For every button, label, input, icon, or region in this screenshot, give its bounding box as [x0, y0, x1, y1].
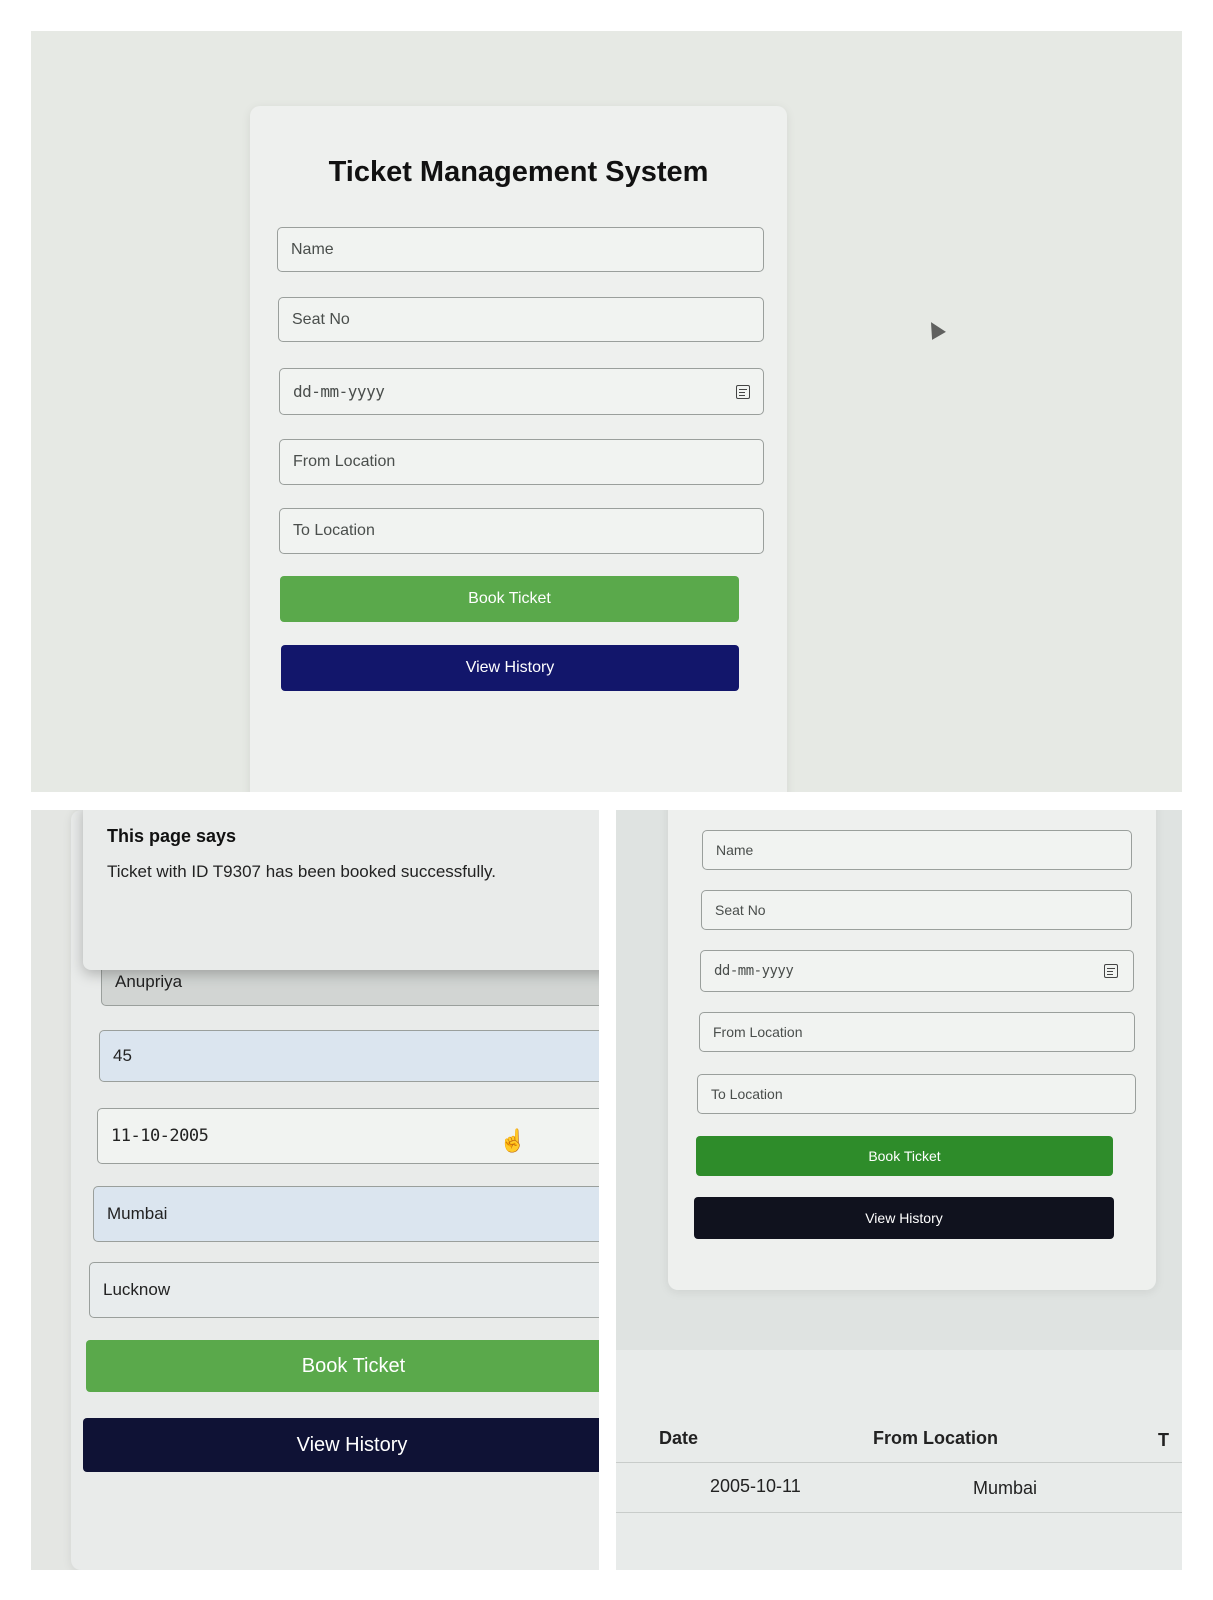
- alert-dialog-message: Ticket with ID T9307 has been booked suc…: [107, 862, 496, 881]
- history-row-from-location: Mumbai: [973, 1478, 1038, 1498]
- to-location-input[interactable]: To Location: [279, 508, 764, 554]
- view-history-button[interactable]: View History: [281, 645, 739, 691]
- book-ticket-button-2[interactable]: Book Ticket: [696, 1136, 1113, 1176]
- history-row-date: 2005-10-11: [710, 1476, 801, 1496]
- seat-placeholder-2: Seat No: [715, 902, 766, 918]
- screenshot-history-view: Name Seat No dd-mm-yyyy From Location To…: [616, 810, 1182, 1570]
- history-table: Date From Location T 2005-10-11 Mumbai: [616, 1350, 1182, 1570]
- filled-seat-input[interactable]: 45: [99, 1030, 599, 1082]
- history-header-to-location: T: [1158, 1430, 1169, 1450]
- filled-view-history-button[interactable]: View History: [83, 1418, 599, 1472]
- history-header-date: Date: [659, 1428, 699, 1448]
- history-row-divider: [616, 1512, 1182, 1513]
- filled-name-value: Anupriya: [115, 972, 183, 991]
- hand-pointer-icon: ☝: [499, 1128, 527, 1153]
- page-title: Ticket Management System: [328, 156, 709, 188]
- seat-input[interactable]: Seat No: [278, 297, 764, 342]
- date-placeholder-2: dd-mm-yyyy: [714, 963, 794, 979]
- seat-input-2[interactable]: Seat No: [701, 890, 1132, 930]
- book-ticket-button[interactable]: Book Ticket: [280, 576, 739, 622]
- alert-dialog-title: This page says: [107, 826, 237, 846]
- filled-to-location-value: Lucknow: [103, 1280, 171, 1299]
- from-location-input-2[interactable]: From Location: [699, 1012, 1135, 1052]
- filled-seat-value: 45: [113, 1046, 132, 1065]
- mouse-pointer-icon: [924, 318, 946, 340]
- name-placeholder-2: Name: [716, 842, 754, 858]
- to-location-placeholder-2: To Location: [711, 1086, 783, 1102]
- from-location-placeholder-2: From Location: [713, 1024, 803, 1040]
- history-header-divider: [616, 1462, 1182, 1463]
- name-placeholder: Name: [291, 240, 334, 258]
- from-location-placeholder: From Location: [293, 453, 396, 470]
- screenshot-booking-alert: Anupriya 45 11-10-2005 Mumbai Lucknow Bo…: [31, 810, 599, 1570]
- seat-placeholder: Seat No: [292, 310, 350, 328]
- screenshot-top-form: Ticket Management System Name Seat No dd…: [31, 31, 1182, 792]
- calendar-icon-2[interactable]: [1104, 964, 1118, 978]
- filled-from-location-input[interactable]: Mumbai: [93, 1186, 599, 1242]
- view-history-button-2[interactable]: View History: [694, 1197, 1114, 1239]
- date-placeholder: dd-mm-yyyy: [293, 382, 385, 401]
- filled-book-ticket-button[interactable]: Book Ticket: [86, 1340, 599, 1392]
- to-location-placeholder: To Location: [293, 522, 375, 539]
- date-input[interactable]: dd-mm-yyyy: [279, 368, 764, 415]
- calendar-icon[interactable]: [736, 385, 750, 399]
- filled-to-location-input[interactable]: Lucknow: [89, 1262, 599, 1318]
- booking-form-card: Ticket Management System Name Seat No dd…: [250, 106, 787, 792]
- alert-dialog: This page says Ticket with ID T9307 has …: [83, 810, 599, 970]
- history-header-from-location: From Location: [873, 1428, 998, 1448]
- name-input[interactable]: Name: [277, 227, 764, 272]
- date-input-2[interactable]: dd-mm-yyyy: [700, 950, 1134, 992]
- from-location-input[interactable]: From Location: [279, 439, 764, 485]
- filled-date-value: 11-10-2005: [111, 1126, 209, 1146]
- filled-from-location-value: Mumbai: [107, 1204, 168, 1223]
- to-location-input-2[interactable]: To Location: [697, 1074, 1136, 1114]
- name-input-2[interactable]: Name: [702, 830, 1132, 870]
